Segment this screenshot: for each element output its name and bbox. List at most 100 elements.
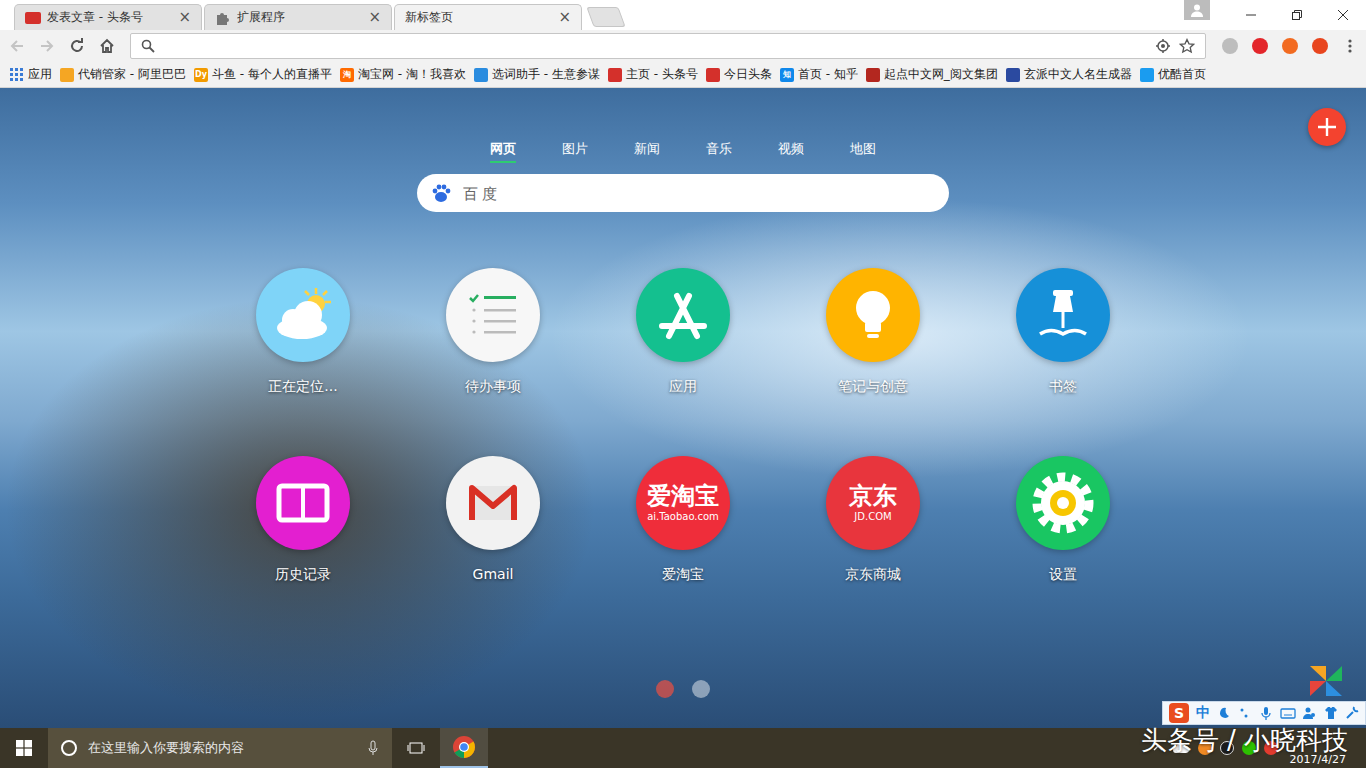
- app-shortcut[interactable]: 京东JD.COM京东商城: [778, 456, 968, 584]
- search-category-tab[interactable]: 视频: [755, 140, 827, 166]
- bookmark-label: 选词助手 - 生意参谋: [492, 66, 600, 83]
- app-label: 设置: [1049, 566, 1077, 584]
- tray-date: 2017/4/27: [1290, 753, 1346, 768]
- extension-icon[interactable]: [1282, 38, 1298, 54]
- chrome-taskbar-button[interactable]: [440, 728, 488, 768]
- moon-icon[interactable]: [1217, 706, 1231, 720]
- bookmark-item[interactable]: Dy斗鱼 - 每个人的直播平: [194, 66, 332, 83]
- users-icon[interactable]: [1303, 706, 1317, 720]
- app-shortcut[interactable]: 设置: [968, 456, 1158, 584]
- page-dot[interactable]: [656, 680, 674, 698]
- user-button[interactable]: [1184, 0, 1210, 20]
- close-button[interactable]: [1320, 0, 1366, 30]
- extension-icon[interactable]: [1312, 38, 1328, 54]
- location-target-icon[interactable]: [1155, 38, 1171, 54]
- minimize-button[interactable]: [1228, 0, 1274, 30]
- punctuation-icon[interactable]: [1238, 706, 1252, 720]
- bookmark-item[interactable]: 代销管家 - 阿里巴巴: [60, 66, 186, 83]
- bookmark-item[interactable]: 主页 - 头条号: [608, 66, 698, 83]
- back-button[interactable]: [4, 33, 30, 59]
- person-icon: [1190, 3, 1204, 17]
- address-input[interactable]: [163, 37, 1147, 55]
- bookmark-item[interactable]: 淘淘宝网 - 淘！我喜欢: [340, 66, 466, 83]
- search-category-tab[interactable]: 图片: [539, 140, 611, 166]
- app-shortcut[interactable]: 应用: [588, 268, 778, 396]
- tab-label: 扩展程序: [237, 9, 362, 26]
- search-category-tab[interactable]: 网页: [467, 140, 539, 166]
- toolbar: [0, 30, 1366, 62]
- bookmarks-bar: 应用代销管家 - 阿里巴巴 Dy斗鱼 - 每个人的直播平淘淘宝网 - 淘！我喜欢 选…: [0, 62, 1366, 88]
- app-icon: [636, 268, 730, 362]
- new-tab-button[interactable]: [586, 7, 625, 27]
- bookmark-item[interactable]: 选词助手 - 生意参谋: [474, 66, 600, 83]
- home-button[interactable]: [94, 33, 120, 59]
- app-shortcut[interactable]: 正在定位...: [208, 268, 398, 396]
- browser-tab[interactable]: 新标签页×: [394, 4, 582, 30]
- taskbar-search[interactable]: 在这里输入你要搜索的内容: [48, 728, 392, 768]
- search-input[interactable]: [461, 184, 937, 203]
- bookmark-item[interactable]: 起点中文网_阅文集团: [866, 66, 998, 83]
- tab-close-button[interactable]: ×: [368, 10, 381, 25]
- start-button[interactable]: [0, 728, 48, 768]
- wrench-icon[interactable]: [1345, 706, 1359, 720]
- search-category-tab[interactable]: 新闻: [611, 140, 683, 166]
- bookmark-item[interactable]: 玄派中文人名生成器: [1006, 66, 1132, 83]
- app-shortcut[interactable]: 笔记与创意: [778, 268, 968, 396]
- browser-tab[interactable]: 扩展程序 ×: [204, 4, 392, 30]
- logo-subtext: JD.COM: [854, 511, 891, 523]
- add-button[interactable]: [1308, 108, 1346, 146]
- site-favicon-icon: 知: [780, 68, 794, 82]
- extension-icon[interactable]: [1222, 38, 1238, 54]
- microphone-icon[interactable]: [366, 740, 380, 756]
- tab-close-button[interactable]: ×: [558, 10, 571, 25]
- reload-button[interactable]: [64, 33, 90, 59]
- chrome-logo-icon: [452, 735, 476, 759]
- open-book-icon: [256, 456, 350, 550]
- app-icon: [446, 268, 540, 362]
- pushpin-icon: [1016, 268, 1110, 362]
- reload-icon: [69, 38, 85, 54]
- forward-button[interactable]: [34, 33, 60, 59]
- search-box[interactable]: [417, 174, 949, 212]
- cortana-circle-icon: [60, 739, 78, 757]
- task-view-button[interactable]: [392, 728, 440, 768]
- app-shortcut[interactable]: 书签: [968, 268, 1158, 396]
- logo-text: 爱淘宝: [647, 483, 719, 511]
- address-bar[interactable]: [130, 33, 1206, 59]
- bookmark-item[interactable]: 优酷首页: [1140, 66, 1206, 83]
- bookmark-item[interactable]: 知首页 - 知乎: [780, 66, 858, 83]
- app-shortcut[interactable]: 爱淘宝ai.Taobao.com爱淘宝: [588, 456, 778, 584]
- star-icon[interactable]: [1179, 38, 1195, 54]
- apps-grid-icon: [10, 68, 24, 82]
- extension-icon[interactable]: [1252, 38, 1268, 54]
- browser-tab[interactable]: 发表文章 - 头条号×: [14, 4, 202, 30]
- new-tab-page: 网页图片新闻音乐视频地图正在定位...待办事项应用笔记与创意书签历史记录Gmai…: [0, 88, 1366, 728]
- site-favicon-icon: [608, 68, 622, 82]
- bookmark-item[interactable]: 应用: [10, 66, 52, 83]
- site-favicon-icon: [474, 68, 488, 82]
- keyboard-icon[interactable]: [1280, 706, 1296, 720]
- restore-button[interactable]: [1274, 0, 1320, 30]
- favicon-badge: 知: [783, 71, 791, 79]
- menu-dots-icon[interactable]: [1342, 38, 1358, 54]
- app-icon: [256, 456, 350, 550]
- gear-icon: [1016, 456, 1110, 550]
- app-shortcut[interactable]: Gmail: [398, 456, 588, 584]
- bookmark-item[interactable]: 今日头条: [706, 66, 772, 83]
- tab-list: 发表文章 - 头条号×扩展程序×新标签页×: [0, 4, 622, 30]
- shirt-icon[interactable]: [1324, 706, 1338, 720]
- app-label: 书签: [1049, 378, 1077, 396]
- bookmark-label: 玄派中文人名生成器: [1024, 66, 1132, 83]
- ime-logo[interactable]: S: [1169, 703, 1189, 723]
- app-shortcut[interactable]: 历史记录: [208, 456, 398, 584]
- microphone-icon[interactable]: [1259, 706, 1273, 720]
- page-dot[interactable]: [692, 680, 710, 698]
- ime-mode[interactable]: 中: [1196, 704, 1210, 722]
- app-icon: 爱淘宝ai.Taobao.com: [636, 456, 730, 550]
- pinwheel-icon[interactable]: [1306, 662, 1346, 700]
- tab-close-button[interactable]: ×: [178, 10, 191, 25]
- search-category-tab[interactable]: 地图: [827, 140, 899, 166]
- gmail-envelope-icon: [446, 456, 540, 550]
- app-shortcut[interactable]: 待办事项: [398, 268, 588, 396]
- search-category-tab[interactable]: 音乐: [683, 140, 755, 166]
